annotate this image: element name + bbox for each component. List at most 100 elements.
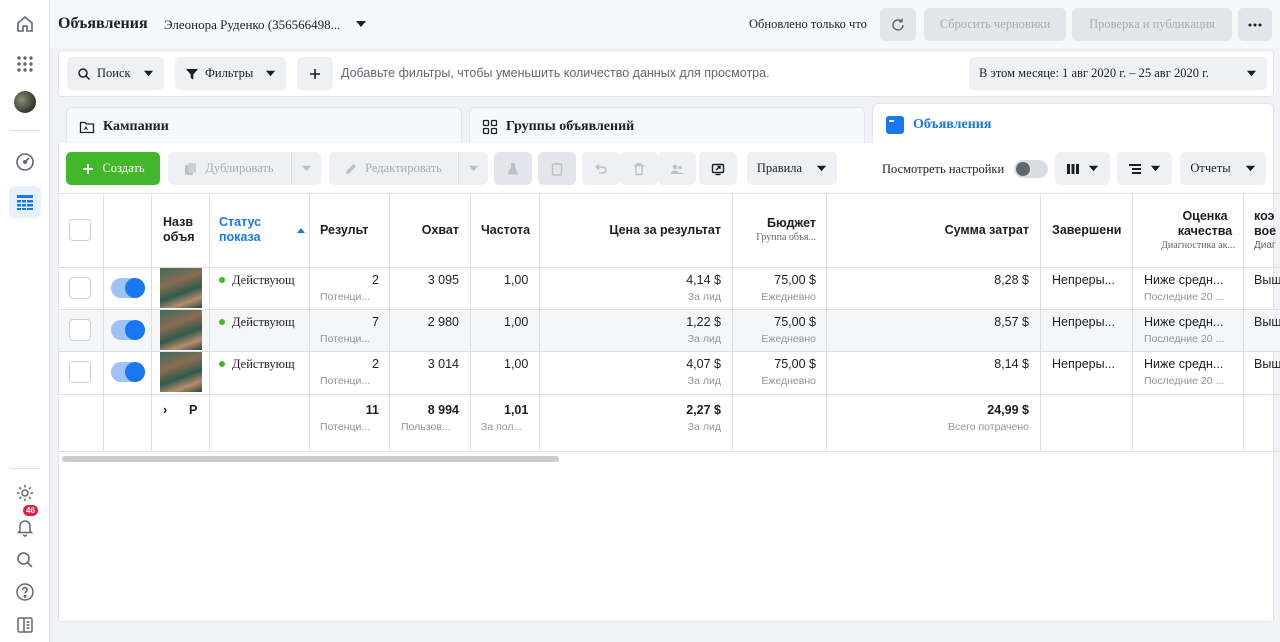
- ad-thumbnail[interactable]: [160, 352, 202, 392]
- ad-sets-grid-icon: [482, 119, 498, 134]
- plus-icon: [83, 163, 94, 174]
- row-results: 7: [372, 315, 379, 329]
- breakdown-dropdown[interactable]: [1117, 152, 1172, 185]
- chevron-down-icon[interactable]: [355, 18, 367, 30]
- last-updated-text: Обновлено только что: [749, 17, 867, 31]
- tab-ad-sets[interactable]: Группы объявлений: [469, 107, 865, 145]
- filters-dropdown[interactable]: Фильтры: [175, 57, 287, 90]
- add-filter-button[interactable]: [297, 57, 333, 90]
- search-icon[interactable]: [9, 544, 41, 576]
- row-quality: Ниже средн...: [1144, 315, 1224, 329]
- avatar: [14, 91, 36, 113]
- col-header-status[interactable]: Статус показа: [219, 193, 305, 267]
- row-budget: 75,00 $: [774, 357, 816, 371]
- col-header-name[interactable]: Назв объя: [163, 193, 207, 267]
- expand-chevron-icon[interactable]: ›: [163, 403, 173, 417]
- rules-dropdown[interactable]: Правила: [747, 152, 837, 185]
- totals-results: 11: [365, 403, 379, 417]
- dashboard-gauge-icon[interactable]: [9, 146, 41, 178]
- totals-frequency-sub: За пол...: [481, 421, 523, 433]
- col-header-frequency[interactable]: Частота: [481, 193, 535, 267]
- col-header-amount-spent[interactable]: Сумма затрат: [839, 193, 1029, 267]
- export-button[interactable]: [699, 152, 737, 185]
- row-active-toggle[interactable]: [111, 320, 145, 340]
- row-checkbox[interactable]: [69, 319, 91, 341]
- more-options-button[interactable]: [1238, 8, 1272, 41]
- col-header-reach[interactable]: Охват: [399, 193, 459, 267]
- columns-dropdown[interactable]: [1055, 152, 1110, 185]
- totals-cpr-sub: За лид: [687, 421, 721, 433]
- edit-button[interactable]: Редактировать: [329, 152, 457, 185]
- row-status-text: Действующ: [232, 315, 295, 329]
- view-settings-toggle[interactable]: [1014, 160, 1048, 178]
- tab-campaigns[interactable]: Кампании: [66, 107, 462, 145]
- row-cost-per-result: 4,14 $: [686, 273, 721, 287]
- account-selector[interactable]: Элеонора Руденко (356566498...: [164, 17, 340, 33]
- row-quality-sub: Последние 20 ...: [1144, 375, 1225, 387]
- select-all-checkbox[interactable]: [69, 219, 91, 241]
- ad-thumbnail[interactable]: [160, 268, 202, 308]
- report-panel-icon[interactable]: [9, 609, 41, 641]
- tab-ads[interactable]: Объявления: [872, 103, 1274, 145]
- horizontal-scrollbar[interactable]: [62, 456, 559, 462]
- account-avatar[interactable]: [9, 86, 41, 118]
- ab-test-button[interactable]: [494, 152, 532, 185]
- col-header-next[interactable]: коэ вое Диаг: [1254, 193, 1280, 267]
- campaign-folder-icon: [79, 121, 95, 133]
- pencil-icon: [346, 163, 357, 174]
- left-rail: 46: [0, 0, 50, 642]
- row-active-toggle[interactable]: [111, 362, 145, 382]
- col-header-frequency-label: Частота: [481, 222, 531, 237]
- ads-manager-table-icon[interactable]: [9, 186, 41, 218]
- view-charts-button[interactable]: [538, 152, 576, 185]
- audience-button[interactable]: [658, 152, 696, 185]
- duplicate-button[interactable]: Дублировать: [168, 152, 290, 185]
- reset-drafts-button[interactable]: Сбросить черновики: [924, 8, 1066, 41]
- row-budget-sub: Ежедневно: [761, 375, 816, 387]
- row-quality-sub: Последние 20 ...: [1144, 291, 1225, 303]
- notifications-bell-icon[interactable]: 46: [9, 505, 41, 543]
- row-ends: Непреры...: [1052, 273, 1116, 287]
- col-header-name-label: Назв объя: [163, 215, 195, 244]
- reports-dropdown[interactable]: Отчеты: [1180, 152, 1266, 185]
- row-checkbox[interactable]: [69, 277, 91, 299]
- help-icon[interactable]: [9, 576, 41, 608]
- refresh-button[interactable]: [880, 8, 916, 41]
- row-active-toggle[interactable]: [111, 278, 145, 298]
- undo-button[interactable]: [582, 152, 620, 185]
- edit-dropdown[interactable]: [458, 152, 488, 185]
- col-header-results-label: Результ: [320, 222, 369, 237]
- sort-asc-icon: [297, 228, 305, 233]
- col-header-ends[interactable]: Завершени: [1052, 193, 1128, 267]
- col-header-next-label: коэ вое: [1254, 208, 1277, 238]
- duplicate-dropdown[interactable]: [291, 152, 321, 185]
- rail-divider: [10, 468, 40, 469]
- col-header-results[interactable]: Результ: [320, 193, 380, 267]
- delete-button[interactable]: [620, 152, 658, 185]
- home-icon[interactable]: [9, 8, 41, 40]
- row-results: 2: [372, 273, 379, 287]
- totals-amount-spent: 24,99 $: [987, 403, 1029, 417]
- status-dot: [219, 361, 225, 367]
- row-frequency: 1,00: [504, 357, 529, 371]
- row-cpr-sub: За лид: [687, 291, 721, 303]
- col-header-budget[interactable]: Бюджет Группа объя...: [739, 193, 816, 267]
- col-header-budget-label: Бюджет: [766, 216, 816, 230]
- ad-thumbnail[interactable]: [160, 310, 202, 350]
- apps-grid-icon[interactable]: [9, 48, 41, 80]
- chevron-down-icon: [1245, 165, 1255, 172]
- filter-funnel-icon: [186, 68, 198, 79]
- gear-icon[interactable]: [9, 477, 41, 509]
- row-checkbox[interactable]: [69, 361, 91, 383]
- review-publish-button[interactable]: Проверка и публикация: [1072, 8, 1232, 41]
- chevron-down-icon: [266, 70, 276, 77]
- duplicate-icon: [185, 162, 197, 175]
- totals-results-sub: Потенци...: [320, 421, 371, 433]
- totals-label: Р: [189, 403, 198, 417]
- col-header-cost-per-result[interactable]: Цена за результат: [549, 193, 721, 267]
- col-header-quality[interactable]: Оценка качества Диагностика ак...: [1141, 193, 1235, 267]
- date-range-picker[interactable]: В этом месяце: 1 авг 2020 г. – 25 авг 20…: [969, 57, 1267, 90]
- search-dropdown[interactable]: Поиск: [67, 57, 164, 90]
- duplicate-label: Дублировать: [205, 161, 274, 175]
- create-button[interactable]: Создать: [66, 152, 160, 185]
